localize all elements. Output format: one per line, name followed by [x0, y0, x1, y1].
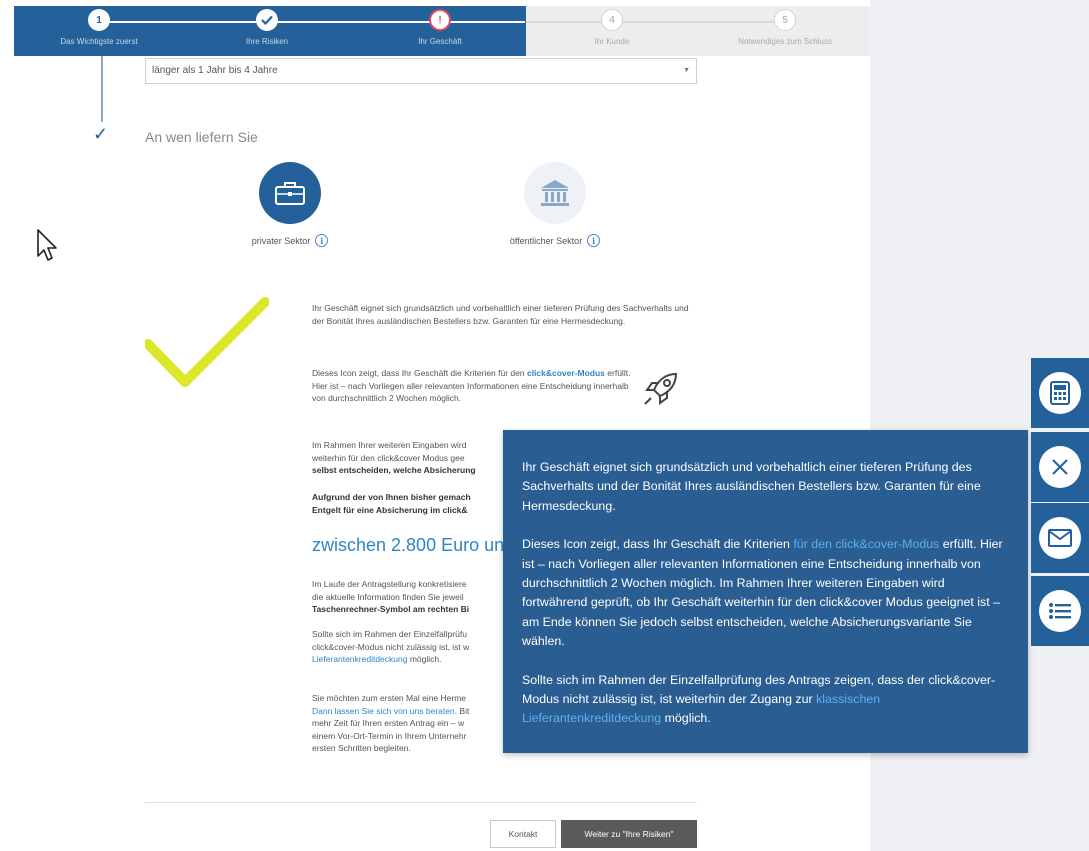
briefcase-icon — [259, 162, 321, 224]
step-4[interactable]: 4 Ihr Kunde — [527, 9, 697, 46]
chevron-down-icon: ▼ — [683, 67, 690, 74]
contact-mail-button[interactable] — [1031, 503, 1089, 573]
footer-divider — [145, 802, 697, 803]
step-2[interactable]: Ihre Risiken — [182, 9, 352, 46]
sector-public-label: öffentlicher Sektor — [509, 235, 583, 246]
sector-private-label: privater Sektor — [251, 235, 311, 246]
consultation-link[interactable]: Dann lassen Sie sich von uns beraten. — [312, 706, 457, 716]
answered-check-icon: ✓ — [93, 124, 109, 144]
duration-select-value: länger als 1 Jahr bis 4 Jahre — [152, 65, 278, 76]
contact-button[interactable]: Kontakt — [490, 820, 556, 848]
info-icon[interactable]: i — [315, 234, 329, 247]
close-button[interactable] — [1031, 432, 1089, 502]
step-2-label: Ihre Risiken — [245, 37, 289, 46]
step-3[interactable]: ! Ihr Geschäft — [355, 9, 525, 46]
step-5-marker: 5 — [774, 9, 796, 31]
step-3-marker: ! — [429, 9, 451, 31]
eligible-check-icon — [143, 296, 270, 397]
list-icon — [1039, 590, 1081, 632]
click-cover-link[interactable]: click&cover-Modus — [527, 368, 605, 378]
price-range: zwischen 2.800 Euro und — [312, 535, 512, 555]
question-title: An wen liefern Sie — [145, 129, 258, 145]
popover-paragraph-3: Sollte sich im Rahmen der Einzelfallprüf… — [522, 672, 996, 726]
result-paragraph-1: Ihr Geschäft eignet sich grundsätzlich u… — [312, 303, 689, 326]
mail-icon — [1039, 517, 1081, 559]
popover-paragraph-1: Ihr Geschäft eignet sich grundsätzlich u… — [522, 460, 981, 513]
progress-rail — [101, 56, 103, 122]
close-icon — [1039, 446, 1081, 488]
summary-list-button[interactable] — [1031, 576, 1089, 646]
info-popover: Ihr Geschäft eignet sich grundsätzlich u… — [503, 430, 1028, 753]
next-step-button[interactable]: Weiter zu "Ihre Risiken" — [561, 820, 697, 848]
step-5-label: Notwendiges zum Schluss — [738, 37, 832, 46]
step-5[interactable]: 5 Notwendiges zum Schluss — [700, 9, 870, 46]
step-3-label: Ihr Geschäft — [418, 37, 462, 46]
result-paragraph-2: Dieses Icon zeigt, dass Ihr Geschäft die… — [312, 368, 631, 404]
bank-building-icon — [524, 162, 586, 224]
progress-stepper: 1 Das Wichtigste zuerst Ihre Risiken ! I… — [14, 6, 870, 56]
info-icon[interactable]: i — [587, 234, 601, 247]
step-1-marker: 1 — [88, 9, 110, 31]
supplier-credit-link[interactable]: Lieferantenkreditdeckung — [312, 654, 407, 664]
popover-paragraph-2: Dieses Icon zeigt, dass Ihr Geschäft die… — [522, 537, 1003, 649]
sector-option-public[interactable]: öffentlicher Sektor i — [484, 162, 626, 247]
rocket-icon — [640, 368, 682, 415]
step-1-label: Das Wichtigste zuerst — [60, 37, 138, 46]
sector-option-private[interactable]: privater Sektor i — [222, 162, 358, 247]
mouse-pointer-icon — [36, 228, 58, 267]
duration-select[interactable]: länger als 1 Jahr bis 4 Jahre ▼ — [145, 58, 697, 84]
calculator-icon — [1039, 372, 1081, 414]
step-4-label: Ihr Kunde — [594, 37, 630, 46]
calculator-button[interactable] — [1031, 358, 1089, 428]
step-4-marker: 4 — [601, 9, 623, 31]
popover-click-cover-link[interactable]: für den click&cover-Modus — [793, 537, 939, 551]
checkmark-icon — [256, 9, 278, 31]
step-1[interactable]: 1 Das Wichtigste zuerst — [14, 9, 184, 46]
